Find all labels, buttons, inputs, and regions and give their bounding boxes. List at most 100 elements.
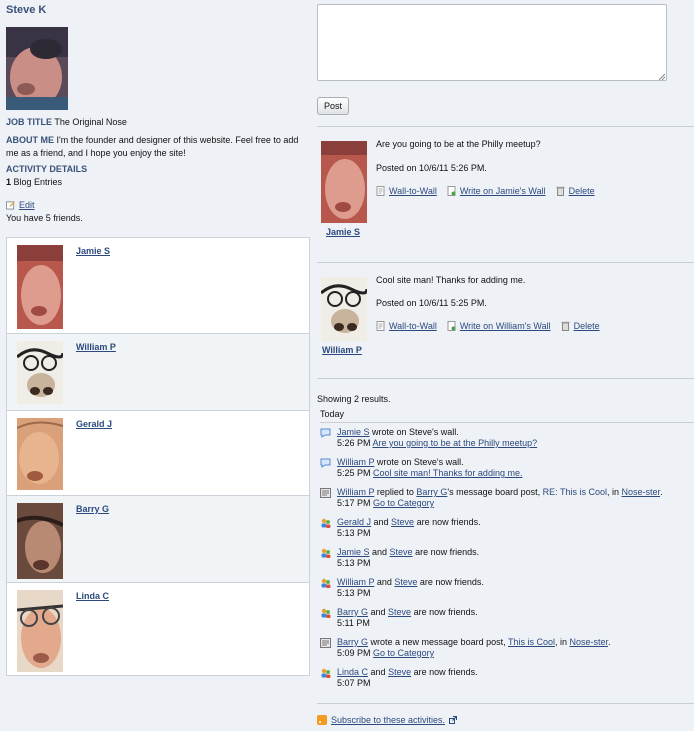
friend-name-link[interactable]: Linda C	[76, 591, 109, 601]
activity-user-link[interactable]: Linda C	[337, 667, 368, 677]
friend-item: Linda C	[7, 583, 309, 675]
activity-text: are now friends.	[414, 517, 481, 527]
edit-row[interactable]: Edit	[6, 200, 35, 210]
activity-user-link[interactable]: William P	[337, 487, 374, 497]
friends-icon	[321, 548, 331, 558]
friend-name-link[interactable]: Barry G	[76, 504, 109, 514]
activity-details-label: ACTIVITY DETAILS	[6, 164, 88, 174]
job-title-row: JOB TITLE The Original Nose	[6, 117, 127, 127]
document-icon	[376, 186, 385, 196]
activity-user-link[interactable]: Steve	[390, 547, 413, 557]
write-icon	[447, 321, 456, 331]
activity-link[interactable]: Cool site man! Thanks for adding me.	[373, 468, 522, 478]
subscribe-row: Subscribe to these activities.	[317, 715, 458, 725]
activity-text: are now friends.	[417, 577, 484, 587]
activity-user-link[interactable]: Steve	[388, 607, 411, 617]
friend-name-link[interactable]: Gerald J	[76, 419, 112, 429]
friend-item: William P	[7, 334, 309, 411]
activity-time: 5:13 PM	[337, 528, 371, 538]
activity-time: 5:26 PM	[337, 438, 371, 448]
blog-entries-label: Blog Entries	[13, 177, 63, 187]
delete-link[interactable]: Delete	[569, 186, 595, 196]
profile-avatar	[6, 27, 68, 110]
activity-user-link[interactable]: William P	[337, 457, 374, 467]
activity-day-header: Today	[320, 409, 694, 423]
speech-bubble-icon	[320, 428, 331, 438]
friend-name-link[interactable]: William P	[76, 342, 116, 352]
results-count: Showing 2 results.	[317, 394, 391, 404]
activity-time: 5:17 PM	[337, 498, 371, 508]
activity-time: 5:25 PM	[337, 468, 371, 478]
friend-avatar[interactable]	[17, 245, 63, 329]
activity-user-link[interactable]: William P	[337, 577, 374, 587]
activity-user-link[interactable]: Steve	[388, 667, 411, 677]
activity-user-link[interactable]: Steve	[394, 577, 417, 587]
activity-text: replied to	[374, 487, 417, 497]
friends-icon	[321, 518, 331, 528]
activity-user-link[interactable]: Barry G	[337, 637, 368, 647]
message-board-icon	[320, 638, 331, 648]
wall-to-wall-link[interactable]: Wall-to-Wall	[389, 186, 437, 196]
trash-icon	[556, 186, 565, 196]
activity-post-link[interactable]: RE: This is Cool	[543, 487, 607, 497]
activity-link[interactable]: Are you going to be at the Philly meetup…	[373, 438, 538, 448]
activity-text: wrote on Steve's wall.	[374, 457, 464, 467]
activity-text: , in	[554, 637, 570, 647]
activity-user-link[interactable]: Barry G	[416, 487, 447, 497]
wall-post-author[interactable]: Jamie S	[326, 227, 360, 237]
write-icon	[447, 186, 456, 196]
activity-post-link[interactable]: This is Cool	[508, 637, 555, 647]
friend-item: Gerald J	[7, 411, 309, 496]
activity-time: 5:11 PM	[337, 618, 370, 628]
activity-link[interactable]: Go to Category	[373, 498, 434, 508]
activity-time: 5:13 PM	[337, 558, 371, 568]
activity-category-link[interactable]: Nose-ster	[569, 637, 608, 647]
activity-category-link[interactable]: Nose-ster	[622, 487, 661, 497]
activity-text: and	[368, 667, 389, 677]
post-button[interactable]: Post	[317, 97, 350, 115]
wall-post-avatar[interactable]	[321, 277, 367, 341]
external-link-icon	[449, 716, 458, 724]
profile-name: Steve K	[6, 4, 47, 16]
blog-count: 1	[6, 177, 12, 187]
document-icon	[376, 321, 385, 331]
wall-post-date: Posted on 10/6/11 5:26 PM.	[376, 163, 487, 173]
activity-user-link[interactable]: Barry G	[337, 607, 368, 617]
friends-icon	[321, 578, 331, 588]
trash-icon	[561, 321, 570, 331]
about-me-row: ABOUT ME I'm the founder and designer of…	[6, 134, 310, 160]
friend-item: Jamie S	[7, 238, 309, 334]
activity-time: 5:13 PM	[337, 588, 371, 598]
write-on-wall-link[interactable]: Write on William's Wall	[460, 321, 551, 331]
activity-user-link[interactable]: Steve	[391, 517, 414, 527]
edit-link[interactable]: Edit	[19, 200, 35, 210]
activity-user-link[interactable]: Jamie S	[337, 547, 370, 557]
friend-avatar[interactable]	[17, 418, 63, 490]
subscribe-link[interactable]: Subscribe to these activities.	[331, 715, 445, 725]
wall-post-input[interactable]	[317, 4, 667, 81]
job-title-label: JOB TITLE	[6, 117, 53, 127]
activity-link[interactable]: Go to Category	[373, 648, 434, 658]
wall-post-date: Posted on 10/6/11 5:25 PM.	[376, 298, 487, 308]
wall-post: William P Cool site man! Thanks for addi…	[317, 263, 694, 377]
wall-post-message: Are you going to be at the Philly meetup…	[376, 139, 541, 149]
write-on-wall-link[interactable]: Write on Jamie's Wall	[460, 186, 546, 196]
resize-grip-icon[interactable]	[658, 72, 666, 81]
wall-to-wall-link[interactable]: Wall-to-Wall	[389, 321, 437, 331]
activity-user-link[interactable]: Jamie S	[337, 427, 370, 437]
activity-text: and	[371, 517, 392, 527]
friend-avatar[interactable]	[17, 590, 63, 672]
delete-link[interactable]: Delete	[574, 321, 600, 331]
activity-text: and	[374, 577, 395, 587]
friend-name-link[interactable]: Jamie S	[76, 246, 110, 256]
wall-post-avatar[interactable]	[321, 141, 367, 223]
friend-avatar[interactable]	[17, 503, 63, 579]
activity-user-link[interactable]: Gerald J	[337, 517, 371, 527]
friend-avatar[interactable]	[17, 341, 63, 404]
speech-bubble-icon	[320, 458, 331, 468]
wall-post-message: Cool site man! Thanks for adding me.	[376, 275, 526, 285]
divider	[317, 378, 694, 379]
friends-count: You have 5 friends.	[6, 213, 83, 223]
wall-post-author[interactable]: William P	[322, 345, 362, 355]
about-me-label: ABOUT ME	[6, 135, 54, 145]
